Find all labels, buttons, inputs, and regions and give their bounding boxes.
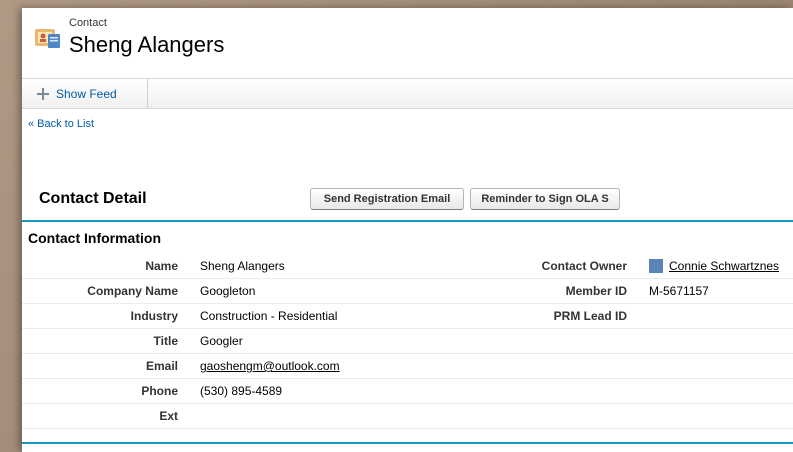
record-panel: Contact Sheng Alangers Show Feed « Back … — [22, 8, 793, 452]
field-value-industry: Construction - Residential — [200, 309, 338, 323]
field-value-member-id: M-5671157 — [649, 284, 709, 298]
section-divider-top — [22, 220, 793, 222]
field-label-prm-lead-id: PRM Lead ID — [553, 309, 627, 323]
field-row-title: Title Googler — [22, 329, 793, 354]
feed-toolbar: Show Feed — [22, 78, 793, 109]
field-label-email: Email — [145, 359, 178, 373]
field-row-industry: Industry Construction - Residential PRM … — [22, 304, 793, 329]
field-label-ext: Ext — [159, 409, 178, 423]
field-label-member-id: Member ID — [565, 284, 627, 298]
field-value-company: Googleton — [200, 284, 256, 298]
page-title: Sheng Alangers — [69, 32, 225, 57]
field-label-industry: Industry — [130, 309, 178, 323]
field-row-ext: Ext — [22, 404, 793, 429]
contact-information-heading: Contact Information — [28, 230, 161, 246]
field-value-contact-owner: Connie Schwartznes — [649, 254, 779, 278]
email-link[interactable]: gaoshengm@outlook.com — [200, 354, 340, 378]
field-label-contact-owner: Contact Owner — [541, 259, 627, 273]
plus-icon — [37, 87, 49, 100]
field-label-company: Company Name — [87, 284, 178, 298]
reminder-sign-ola-button[interactable]: Reminder to Sign OLA S — [470, 188, 620, 210]
back-to-list-link[interactable]: « Back to List — [28, 118, 94, 130]
field-row-phone: Phone (530) 895-4589 — [22, 379, 793, 404]
field-row-company: Company Name Googleton Member ID M-56711… — [22, 279, 793, 304]
field-row-email: Email gaoshengm@outlook.com — [22, 354, 793, 379]
field-row-name: Name Sheng Alangers Contact Owner Connie… — [22, 254, 793, 279]
send-registration-email-button[interactable]: Send Registration Email — [310, 188, 464, 210]
contact-owner-link[interactable]: Connie Schwartznes — [669, 259, 779, 273]
field-value-phone: (530) 895-4589 — [200, 384, 283, 398]
field-value-title: Googler — [200, 334, 243, 348]
detail-section-title: Contact Detail — [39, 190, 147, 207]
section-divider-bottom — [22, 442, 793, 444]
field-label-name: Name — [145, 259, 178, 273]
field-label-phone: Phone — [141, 384, 178, 398]
field-value-name: Sheng Alangers — [200, 259, 285, 273]
show-feed-button[interactable]: Show Feed — [22, 79, 148, 108]
field-label-title: Title — [153, 334, 178, 348]
contact-card-icon — [35, 29, 60, 48]
user-icon — [649, 258, 663, 273]
show-feed-label: Show Feed — [56, 86, 117, 101]
object-type-label: Contact — [69, 17, 107, 29]
